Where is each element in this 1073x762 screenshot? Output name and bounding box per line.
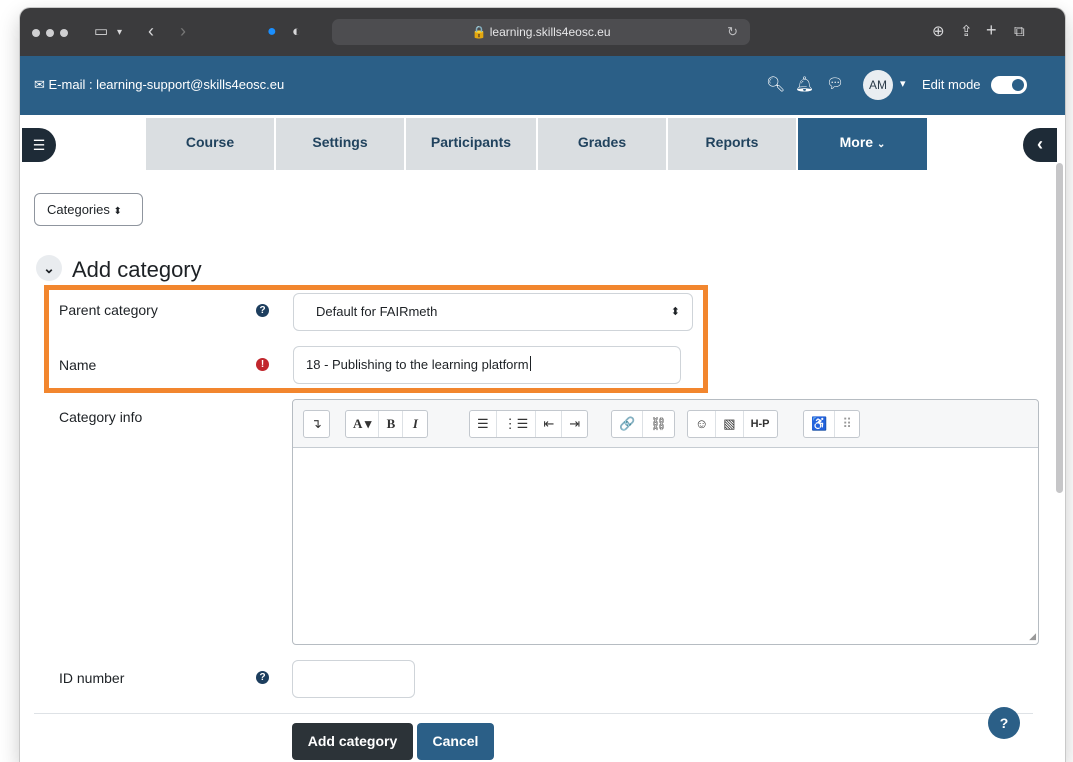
page-scrollbar[interactable] [1056,163,1063,493]
image-icon[interactable]: ▧ [716,411,744,437]
editor-toolbar: ↴ A ▾ B I ☰ ⋮☰ ⇤ ⇥ 🔗 ⛓ ☺ ▧ H-P ♿ ⠿ [293,400,1038,448]
paragraph-style-icon[interactable]: A ▾ [346,411,380,437]
window-minimize-button[interactable] [46,29,54,37]
tab-participants[interactable]: Participants [406,118,536,170]
url-text: 🔒 learning.skills4eosc.eu [471,25,611,39]
form-divider [34,713,1033,714]
course-index-drawer-button[interactable]: ☰ [22,128,56,162]
resize-handle-icon[interactable]: ◢ [1029,631,1036,642]
id-number-label: ID number [59,670,125,686]
toolbar-group-5: ☺ ▧ H-P [687,410,778,438]
outdent-icon[interactable]: ⇤ [536,411,563,437]
window-close-button[interactable] [32,29,40,37]
support-email-link[interactable]: ✉ E-mail : learning-support@skills4eosc.… [34,77,284,93]
message-icon[interactable]: 💬︎ [826,75,844,92]
tab-settings[interactable]: Settings [276,118,404,170]
toggle-knob [1012,79,1024,91]
h5p-icon[interactable]: H-P [744,411,777,437]
tab-more[interactable]: More ⌄ [798,118,927,170]
category-info-editor[interactable]: ↴ A ▾ B I ☰ ⋮☰ ⇤ ⇥ 🔗 ⛓ ☺ ▧ H-P ♿ ⠿ ◢ [292,399,1039,645]
edit-mode-toggle[interactable] [991,76,1027,94]
address-bar[interactable]: 🔒 learning.skills4eosc.eu ↻ [332,19,750,45]
share-icon[interactable]: ⇪ [960,24,973,40]
unlink-icon[interactable]: ⛓ [643,411,674,437]
accessibility-icon[interactable]: ♿ [804,411,836,437]
browser-window: ▭ ▾ ‹ › ● ◐ 🔒 learning.skills4eosc.eu ↻ … [20,8,1065,762]
avatar[interactable]: AM [863,70,893,100]
help-button[interactable]: ? [988,707,1020,739]
block-drawer-button[interactable]: ‹ [1023,128,1057,162]
tab-reports[interactable]: Reports [668,118,796,170]
toolbar-group-2: A ▾ B I [345,410,429,438]
select-caret-icon: ⬍ [113,206,122,217]
annotation-highlight-box [44,285,708,393]
italic-icon[interactable]: I [403,411,427,437]
back-icon[interactable]: ‹ [148,22,154,40]
search-icon[interactable]: 🔍︎ [766,75,785,93]
indent-icon[interactable]: ⇥ [562,411,587,437]
section-title: Add category [72,257,202,282]
site-navbar: ✉ E-mail : learning-support@skills4eosc.… [20,56,1065,115]
add-category-button[interactable]: Add category [292,723,413,760]
screenreader-helper-icon[interactable]: ⠿ [835,411,859,437]
forward-icon[interactable]: › [180,22,186,40]
id-number-input[interactable] [292,660,415,698]
tab-grades[interactable]: Grades [538,118,666,170]
edit-mode-label: Edit mode [922,77,981,92]
browser-titlebar: ▭ ▾ ‹ › ● ◐ 🔒 learning.skills4eosc.eu ↻ … [20,8,1065,56]
toolbar-group-6: ♿ ⠿ [803,410,861,438]
new-tab-icon[interactable]: + [986,21,997,39]
chevron-down-icon: ⌄ [876,139,886,150]
tab-overview-icon[interactable]: ⧉ [1014,24,1025,40]
download-icon[interactable]: ⊕ [932,24,945,40]
bold-icon[interactable]: B [379,411,404,437]
sidebar-toggle-icon[interactable]: ▭ [94,24,108,40]
window-zoom-button[interactable] [60,29,68,37]
chevron-down-icon[interactable]: ▾ [117,25,122,41]
reload-icon[interactable]: ↻ [727,24,738,40]
help-icon[interactable]: ? [256,671,269,684]
show-more-buttons-icon[interactable]: ↴ [304,411,329,437]
emoji-icon[interactable]: ☺ [688,411,717,437]
ordered-list-icon[interactable]: ⋮☰ [497,411,537,437]
categories-select[interactable]: Categories ⬍ [34,193,143,226]
user-menu-chevron-icon[interactable]: ▾ [900,77,906,90]
link-icon[interactable]: 🔗 [612,411,644,437]
extension-icon[interactable]: ● [267,24,277,40]
tab-course[interactable]: Course [146,118,274,170]
unordered-list-icon[interactable]: ☰ [470,411,497,437]
category-info-label: Category info [59,409,143,425]
cancel-button[interactable]: Cancel [417,723,494,760]
shield-icon[interactable]: ◐ [292,24,301,40]
toolbar-group-3: ☰ ⋮☰ ⇤ ⇥ [469,410,589,438]
chevron-down-icon[interactable]: ⌄ [36,255,62,281]
toolbar-group-1: ↴ [303,410,330,438]
bell-icon[interactable]: 🔔︎ [795,75,814,93]
toolbar-group-4: 🔗 ⛓ [611,410,675,438]
